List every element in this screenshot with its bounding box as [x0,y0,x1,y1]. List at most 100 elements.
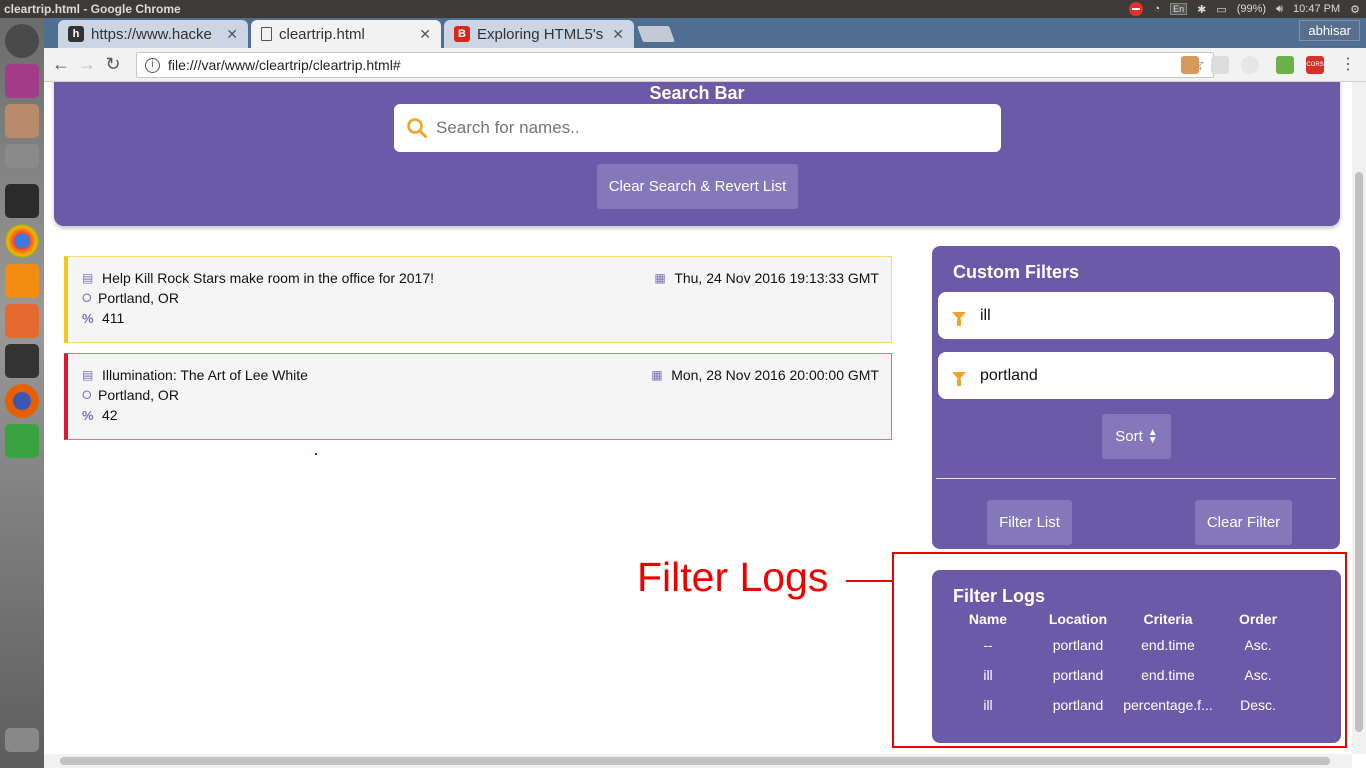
extension-circle-icon[interactable] [1241,56,1259,74]
extension-ruler-icon[interactable] [1181,56,1199,74]
h-favicon-icon: h [68,26,84,42]
event-name: Help Kill Rock Stars make room in the of… [102,270,435,286]
tab-label: Exploring HTML5's [477,25,604,43]
event-card[interactable]: ▤ Illumination: The Art of Lee White ▦ M… [64,353,892,440]
page-viewport: Search Bar Clear Search & Revert List ▤ … [44,82,1352,754]
settings-gear-icon[interactable]: ⚙ [1350,3,1360,16]
new-tab-button[interactable] [637,26,675,42]
tab-hackerearth[interactable]: h https://www.hacke ✕ [58,20,248,48]
terminal-icon[interactable] [5,184,39,218]
sort-select[interactable]: Sort ▲ ▼ [1102,414,1171,459]
event-location-row: ⭘ Portland, OR [82,387,179,403]
filter-funnel-icon [952,311,966,326]
bluetooth-icon[interactable]: ✱ [1197,3,1206,16]
event-date: Mon, 28 Nov 2016 20:00:00 GMT [671,367,879,383]
back-arrow-icon[interactable]: ← [48,54,74,75]
calendar-icon: ▦ [651,368,663,382]
address-bar[interactable]: i file:///var/www/cleartrip/cleartrip.ht… [136,52,1214,78]
event-location: Portland, OR [98,290,179,306]
event-date: Thu, 24 Nov 2016 19:13:33 GMT [674,270,879,286]
name-filter-value[interactable]: ill [980,307,991,325]
filter-list-button[interactable]: Filter List [987,500,1072,545]
close-icon[interactable]: ✕ [226,26,238,43]
workspace-switcher-icon[interactable] [5,64,39,98]
tab-exploring-html5[interactable]: B Exploring HTML5's ✕ [444,20,634,48]
stop-icon[interactable] [1129,2,1144,16]
search-icon [407,118,427,138]
book-icon: ▤ [82,271,94,285]
battery-level: (99%) [1236,3,1267,15]
custom-filters-panel: Custom Filters ill portland Sort ▲ ▼ Filt… [932,246,1340,549]
search-box[interactable] [394,104,1001,152]
search-panel: Search Bar Clear Search & Revert List [54,82,1340,226]
tab-label: https://www.hacke [91,25,212,43]
custom-filters-title: Custom Filters [953,262,1080,282]
event-location-row: ⭘ Portland, OR [82,290,179,306]
stray-dot [315,453,317,455]
forward-arrow-icon[interactable]: → [74,54,100,75]
close-icon[interactable]: ✕ [419,26,431,43]
search-panel-title: Search Bar [649,83,745,103]
close-icon[interactable]: ✕ [612,26,624,43]
book-icon: ▤ [82,368,94,382]
spreadsheet-icon[interactable] [5,424,39,458]
files-icon[interactable] [5,104,39,138]
system-tray: ◔ En ✱ ▭ (99%) 🔊︎ 10:47 PM ⚙ [1129,2,1366,16]
map-marker-icon: ⭘ [82,387,92,402]
event-percentage-row: % 411 [82,310,124,326]
scroll-thumb[interactable] [60,757,1330,765]
sublime-text-icon[interactable] [5,264,39,298]
event-percentage: 411 [102,310,125,326]
event-percentage: 42 [102,407,118,423]
sort-caret-icon: ▲ ▼ [1147,426,1158,446]
annotation-label: Filter Logs [637,554,829,600]
location-filter-value[interactable]: portland [980,367,1038,385]
horizontal-scrollbar[interactable] [44,754,1352,768]
calendar-icon: ▦ [654,271,666,285]
event-card[interactable]: ▤ Help Kill Rock Stars make room in the … [64,256,892,343]
tab-label: cleartrip.html [279,25,365,43]
sort-label: Sort [1115,428,1143,445]
info-icon[interactable]: i [145,57,160,73]
location-filter-input[interactable]: portland [938,352,1334,399]
tab-cleartrip[interactable]: cleartrip.html ✕ [251,20,441,48]
event-name-row: ▤ Illumination: The Art of Lee White [82,367,308,383]
event-date-row: ▦ Thu, 24 Nov 2016 19:13:33 GMT [654,270,879,286]
extension-cors-icon[interactable]: CORS [1306,56,1324,74]
firefox-icon[interactable] [5,384,39,418]
wifi-icon[interactable]: ◔ [1153,3,1160,15]
extension-eyedropper-icon[interactable] [1276,56,1294,74]
unity-launcher [0,18,44,768]
event-date-row: ▦ Mon, 28 Nov 2016 20:00:00 GMT [651,367,879,383]
extension-grid-icon[interactable] [1211,56,1229,74]
profile-button[interactable]: abhisar [1299,20,1360,41]
trash-icon[interactable] [5,728,39,752]
search-input[interactable] [436,118,976,138]
settings-tools-icon[interactable] [5,304,39,338]
name-filter-input[interactable]: ill [938,292,1334,339]
menu-kebab-icon[interactable]: ⋮ [1340,54,1356,74]
event-name: Illumination: The Art of Lee White [102,367,308,383]
video-editor-icon[interactable] [5,344,39,378]
clock[interactable]: 10:47 PM [1293,3,1340,15]
document-favicon-icon [261,27,272,41]
window-title: cleartrip.html - Google Chrome [4,2,181,16]
system-top-bar: cleartrip.html - Google Chrome ◔ En ✱ ▭ … [0,0,1366,18]
url-text[interactable]: file:///var/www/cleartrip/cleartrip.html… [168,57,401,73]
chrome-icon[interactable] [5,224,39,258]
divider [936,478,1336,479]
vertical-scrollbar[interactable] [1352,82,1366,754]
scroll-thumb[interactable] [1355,172,1363,732]
event-name-row: ▤ Help Kill Rock Stars make room in the … [82,270,434,286]
map-marker-icon: ⭘ [82,290,92,305]
filter-funnel-icon [952,371,966,386]
disk-icon[interactable] [5,144,39,168]
percent-icon: % [82,310,94,326]
clear-search-button[interactable]: Clear Search & Revert List [597,164,798,209]
battery-icon[interactable]: ▭ [1216,3,1226,16]
ubuntu-dash-icon[interactable] [5,24,39,58]
reload-icon[interactable]: ↻ [100,54,126,75]
volume-icon[interactable]: 🔊︎ [1276,3,1283,16]
keyboard-layout[interactable]: En [1170,3,1188,15]
clear-filter-button[interactable]: Clear Filter [1195,500,1292,545]
